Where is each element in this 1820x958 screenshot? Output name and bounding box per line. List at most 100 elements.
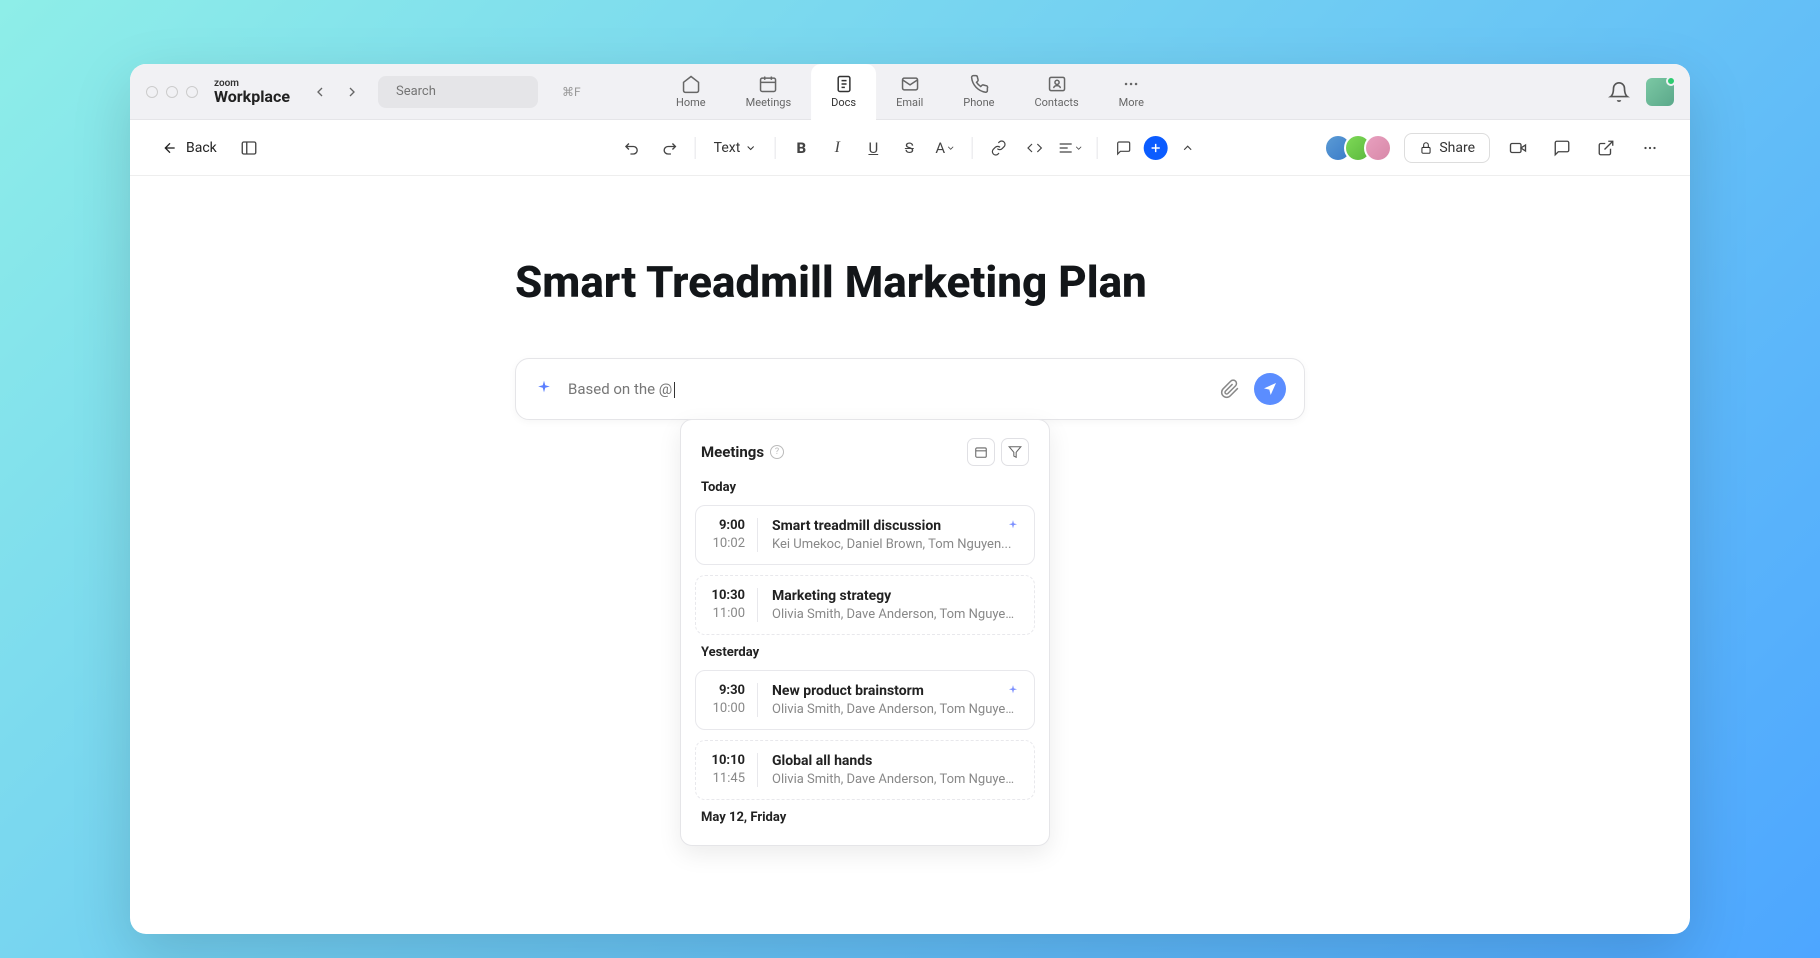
chat-button[interactable] <box>1546 132 1578 164</box>
back-button[interactable]: Back <box>154 134 225 162</box>
user-menu[interactable] <box>1646 78 1674 106</box>
nav-email-label: Email <box>896 96 923 109</box>
app-window: zoom Workplace ⌘F Home Meetings <box>130 64 1690 934</box>
sidebar-toggle[interactable] <box>233 132 265 164</box>
underline-button[interactable]: U <box>857 132 889 164</box>
search-shortcut: ⌘F <box>562 85 581 99</box>
nav-phone[interactable]: Phone <box>943 64 1014 120</box>
text-color-button[interactable]: A <box>929 132 961 164</box>
chevron-up-icon <box>1180 141 1194 155</box>
back-label: Back <box>186 140 217 156</box>
nav-email[interactable]: Email <box>876 64 943 120</box>
bell-icon[interactable] <box>1608 81 1630 103</box>
italic-icon: I <box>835 139 840 157</box>
align-button[interactable] <box>1054 132 1086 164</box>
contacts-icon <box>1047 74 1067 94</box>
redo-button[interactable] <box>653 132 685 164</box>
calendar-icon <box>974 445 988 459</box>
meeting-people: Olivia Smith, Dave Anderson, Tom Nguyen.… <box>772 702 1020 717</box>
italic-button[interactable]: I <box>821 132 853 164</box>
send-button[interactable] <box>1254 373 1286 405</box>
meeting-details: Global all hands Olivia Smith, Dave Ande… <box>758 753 1020 787</box>
group-label: May 12, Friday <box>701 810 1029 825</box>
time-start: 9:00 <box>719 518 745 533</box>
meeting-title: Marketing strategy <box>772 588 1020 604</box>
filter-button[interactable] <box>1001 438 1029 466</box>
meetings-popover: Meetings ? Today <box>680 419 1050 846</box>
nav-docs-label: Docs <box>831 96 856 109</box>
search-input[interactable] <box>396 84 562 99</box>
nav-forward[interactable] <box>338 78 366 106</box>
redo-icon <box>660 139 678 157</box>
bold-button[interactable]: B <box>785 132 817 164</box>
collaborator-avatar <box>1364 134 1392 162</box>
share-button[interactable]: Share <box>1404 133 1490 163</box>
nav-more[interactable]: More <box>1099 64 1164 120</box>
meeting-people: Olivia Smith, Dave Anderson, Tom Nguyen.… <box>772 772 1020 787</box>
doc-body: Smart Treadmill Marketing Plan Based on … <box>515 256 1305 420</box>
meeting-item[interactable]: 10:30 11:00 Marketing strategy Olivia Sm… <box>695 575 1035 635</box>
chat-icon <box>1553 139 1571 157</box>
close-window[interactable] <box>146 86 158 98</box>
meeting-item[interactable]: 10:10 11:45 Global all hands Olivia Smit… <box>695 740 1035 800</box>
more-options-button[interactable] <box>1634 132 1666 164</box>
nav-home-label: Home <box>676 96 706 109</box>
doc-title[interactable]: Smart Treadmill Marketing Plan <box>515 256 1305 308</box>
arrow-left-icon <box>162 140 178 156</box>
ai-input-box[interactable]: Based on the @ Meetings ? <box>515 358 1305 420</box>
window-controls <box>146 86 198 98</box>
nav-back[interactable] <box>306 78 334 106</box>
align-icon <box>1057 140 1073 156</box>
video-button[interactable] <box>1502 132 1534 164</box>
date-picker-button[interactable] <box>967 438 995 466</box>
topbar: zoom Workplace ⌘F Home Meetings <box>130 64 1690 120</box>
text-style-dropdown[interactable]: Text <box>706 134 765 162</box>
brand-logo: zoom Workplace <box>214 79 290 105</box>
ai-input-text[interactable]: Based on the @ <box>568 380 1220 398</box>
collaborators[interactable] <box>1324 134 1392 162</box>
nav-meetings[interactable]: Meetings <box>726 64 811 120</box>
meetings-groups: Today 9:00 10:02 Smart treadmill discuss… <box>695 480 1035 825</box>
meeting-time: 10:10 11:45 <box>710 753 758 787</box>
nav-docs[interactable]: Docs <box>811 64 876 120</box>
meeting-item[interactable]: 9:30 10:00 New product brainstorm Olivia… <box>695 670 1035 730</box>
nav-contacts-label: Contacts <box>1034 96 1078 109</box>
chevron-down-icon <box>1073 143 1083 153</box>
nav-home[interactable]: Home <box>656 64 726 120</box>
minimize-window[interactable] <box>166 86 178 98</box>
strikethrough-icon: S <box>905 139 914 157</box>
code-button[interactable] <box>1018 132 1050 164</box>
nav-contacts[interactable]: Contacts <box>1014 64 1098 120</box>
search-box[interactable]: ⌘F <box>378 76 538 108</box>
group-label: Today <box>701 480 1029 495</box>
open-external-button[interactable] <box>1590 132 1622 164</box>
link-button[interactable] <box>982 132 1014 164</box>
time-start: 10:30 <box>712 588 746 603</box>
dots-icon <box>1641 139 1659 157</box>
undo-button[interactable] <box>617 132 649 164</box>
phone-icon <box>969 74 989 94</box>
chevron-down-icon <box>945 143 955 153</box>
external-icon <box>1597 139 1615 157</box>
home-icon <box>681 74 701 94</box>
popover-title: Meetings <box>701 443 764 461</box>
add-button[interactable] <box>1143 136 1167 160</box>
video-icon <box>1509 139 1527 157</box>
main-nav: Home Meetings Docs Email Phone Contacts <box>656 64 1164 120</box>
attachment-icon[interactable] <box>1220 379 1240 399</box>
meeting-time: 9:30 10:00 <box>710 683 758 717</box>
meeting-item[interactable]: 9:00 10:02 Smart treadmill discussion Ke… <box>695 505 1035 565</box>
comment-button[interactable] <box>1107 132 1139 164</box>
meeting-title: New product brainstorm <box>772 683 1020 699</box>
text-style-label: Text <box>714 140 741 156</box>
panel-icon <box>240 139 258 157</box>
time-end: 10:02 <box>713 536 745 551</box>
maximize-window[interactable] <box>186 86 198 98</box>
collapse-button[interactable] <box>1171 132 1203 164</box>
email-icon <box>900 74 920 94</box>
strikethrough-button[interactable]: S <box>893 132 925 164</box>
underline-icon: U <box>868 139 878 157</box>
meeting-time: 9:00 10:02 <box>710 518 758 552</box>
nav-meetings-label: Meetings <box>746 96 791 109</box>
help-icon[interactable]: ? <box>770 445 784 459</box>
